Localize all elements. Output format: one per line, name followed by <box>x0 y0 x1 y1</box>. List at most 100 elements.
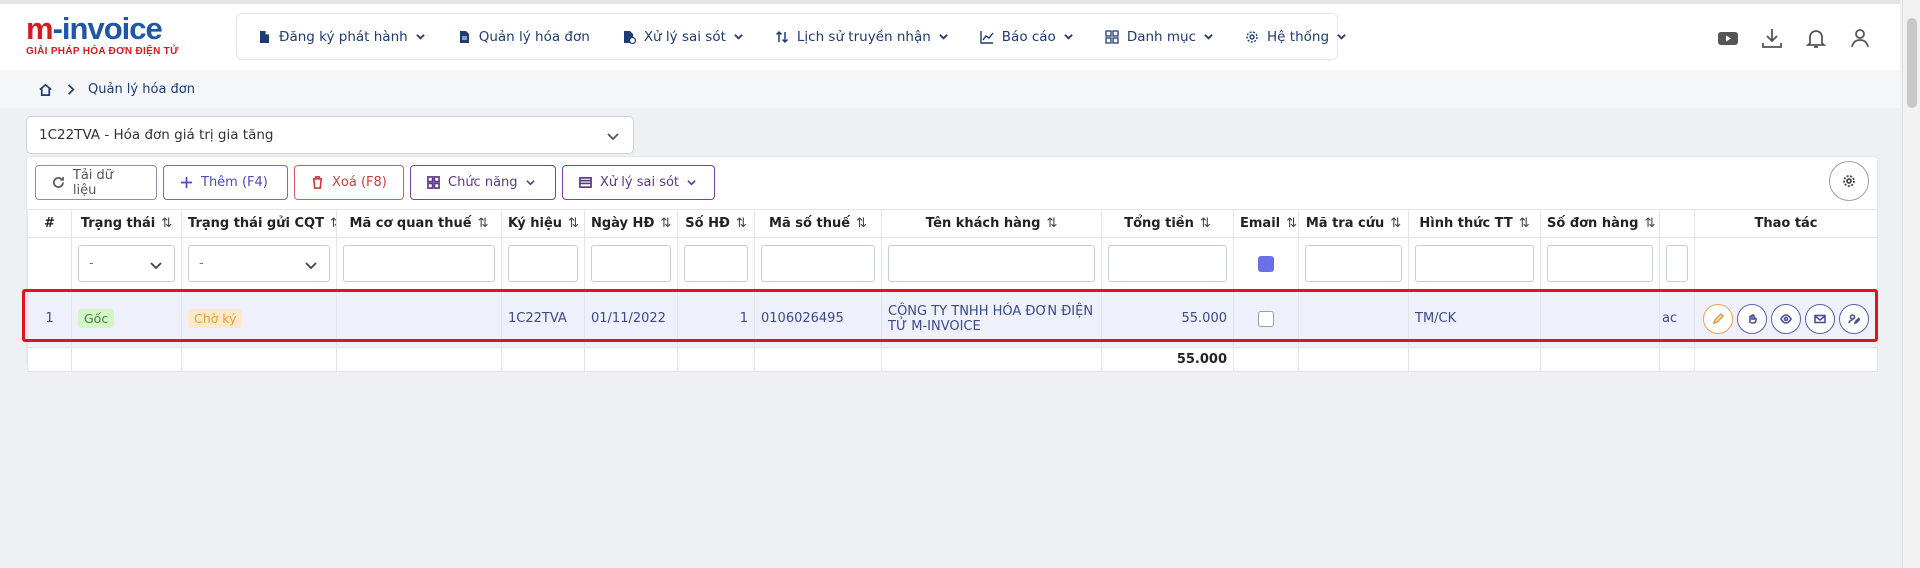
sort-icon[interactable]: ⇅ <box>1519 216 1530 231</box>
payment-filter-input[interactable] <box>1415 245 1534 282</box>
chevron-down-icon <box>1204 34 1213 40</box>
col-cqt-status[interactable]: Trạng thái gửi CQT ⇅ <box>181 209 337 238</box>
add-button[interactable]: Thêm (F4) <box>163 165 288 200</box>
nav-label: Lịch sử truyền nhận <box>796 28 931 45</box>
top-right-icons <box>1716 26 1872 50</box>
sort-icon[interactable]: ⇅ <box>330 216 336 231</box>
customer-filter-input[interactable] <box>888 245 1095 282</box>
nav-danh-muc[interactable]: Danh mục <box>1105 14 1229 59</box>
nav-lich-su-truyen-nhan[interactable]: Lịch sử truyền nhận <box>775 14 964 59</box>
filter-cell <box>1694 237 1878 290</box>
col-status-label: Trạng thái <box>80 216 156 231</box>
nav-bao-cao[interactable]: Báo cáo <box>980 14 1089 59</box>
status-filter-select[interactable]: - <box>78 245 175 282</box>
reload-button[interactable]: Tải dữ liệu <box>35 165 157 200</box>
breadcrumb-current[interactable]: Quản lý hóa đơn <box>88 82 195 97</box>
sort-icon[interactable]: ⇅ <box>1046 216 1057 231</box>
status-badge: Gốc <box>78 308 115 328</box>
row-date: 01/11/2022 <box>584 289 678 348</box>
eye-icon <box>1780 313 1792 324</box>
top-bar: m-invoice GIẢI PHÁP HÓA ĐƠN ĐIỆN TỬ Đăng… <box>0 0 1900 70</box>
lookup-filter-input[interactable] <box>1305 245 1402 282</box>
footer-cell <box>501 347 585 372</box>
col-payment[interactable]: Hình thức TT ⇅ <box>1408 209 1541 238</box>
home-icon[interactable] <box>38 82 53 97</box>
error-handling-button[interactable]: Xử lý sai sót <box>562 165 715 200</box>
plus-icon <box>180 176 193 189</box>
table-row[interactable]: 1 Gốc Chờ ký 1C22TVA 01/11/2022 1 010602… <box>27 289 1878 348</box>
date-filter-input[interactable] <box>591 245 671 282</box>
symbol-filter-input[interactable] <box>508 245 578 282</box>
col-customer[interactable]: Tên khách hàng ⇅ <box>881 209 1102 238</box>
col-email[interactable]: Email ⇅ <box>1233 209 1299 238</box>
email-filter-checkbox[interactable] <box>1258 255 1274 272</box>
download-icon[interactable] <box>1760 26 1784 50</box>
bell-icon[interactable] <box>1804 26 1828 50</box>
sort-icon[interactable]: ⇅ <box>1200 216 1211 231</box>
col-number[interactable]: Số HĐ ⇅ <box>677 209 755 238</box>
functions-button[interactable]: Chức năng <box>410 165 556 200</box>
sort-icon[interactable]: ⇅ <box>478 216 489 231</box>
col-tax-code[interactable]: Mã số thuế ⇅ <box>754 209 882 238</box>
sort-icon[interactable]: ⇅ <box>856 216 867 231</box>
table-settings-button[interactable] <box>1829 161 1869 201</box>
youtube-icon[interactable] <box>1716 26 1740 50</box>
col-tax-agency[interactable]: Mã cơ quan thuế ⇅ <box>336 209 502 238</box>
row-customer: CÔNG TY TNHH HÓA ĐƠN ĐIỆN TỬ M-INVOICE <box>881 289 1102 348</box>
col-index-label: # <box>44 216 55 231</box>
view-button[interactable] <box>1771 303 1801 334</box>
col-lookup[interactable]: Mã tra cứu ⇅ <box>1298 209 1409 238</box>
vertical-scrollbar[interactable] <box>1902 0 1920 568</box>
delete-button[interactable]: Xoá (F8) <box>294 165 404 200</box>
scrollbar-thumb[interactable] <box>1907 18 1917 108</box>
chevron-down-icon <box>939 34 948 40</box>
row-status: Gốc <box>71 289 182 348</box>
filter-cell <box>1540 237 1660 290</box>
m-invoice-logo[interactable]: m-invoice GIẢI PHÁP HÓA ĐƠN ĐIỆN TỬ <box>26 13 206 62</box>
nav-quan-ly-hoa-don[interactable]: Quản lý hóa đơn <box>457 14 606 59</box>
sort-icon[interactable]: ⇅ <box>660 216 671 231</box>
col-date[interactable]: Ngày HĐ ⇅ <box>584 209 678 238</box>
col-extra <box>1659 209 1695 238</box>
sort-icon[interactable]: ⇅ <box>1390 216 1401 231</box>
order-no-filter-input[interactable] <box>1547 245 1653 282</box>
email-checkbox[interactable] <box>1258 310 1274 327</box>
cqt-status-filter-select[interactable]: - <box>188 245 330 282</box>
total-filter-input[interactable] <box>1108 245 1227 282</box>
send-email-button[interactable] <box>1805 303 1835 334</box>
breadcrumb: Quản lý hóa đơn <box>0 70 1900 108</box>
row-symbol: 1C22TVA <box>501 289 585 348</box>
sort-icon[interactable]: ⇅ <box>161 216 172 231</box>
filter-cell <box>881 237 1102 290</box>
cqt-status-filter-value: - <box>199 256 204 271</box>
nav-xu-ly-sai-sot[interactable]: Xử lý sai sót <box>622 14 759 59</box>
functions-label: Chức năng <box>448 175 518 190</box>
sort-icon[interactable]: ⇅ <box>736 216 747 231</box>
assign-user-button[interactable] <box>1839 303 1869 334</box>
col-actions-label: Thao tác <box>1754 216 1818 231</box>
col-symbol[interactable]: Ký hiệu ⇅ <box>501 209 585 238</box>
col-order-no[interactable]: Số đơn hàng ⇅ <box>1540 209 1660 238</box>
gear-icon <box>1246 30 1258 43</box>
sign-button[interactable] <box>1737 303 1767 334</box>
table-header-row: # Trạng thái ⇅ Trạng thái gửi CQT ⇅ Mã cơ … <box>27 209 1878 238</box>
extra-filter-input[interactable] <box>1666 245 1688 282</box>
sort-icon[interactable]: ⇅ <box>1644 216 1655 231</box>
nav-label: Đăng ký phát hành <box>279 28 408 45</box>
nav-label: Danh mục <box>1126 28 1197 45</box>
col-status[interactable]: Trạng thái ⇅ <box>71 209 182 238</box>
sort-icon[interactable]: ⇅ <box>1286 216 1297 231</box>
user-icon[interactable] <box>1848 26 1872 50</box>
hand-icon <box>1749 313 1757 324</box>
row-tax-code: 0106026495 <box>754 289 882 348</box>
invoice-series-select[interactable]: 1C22TVA - Hóa đơn giá trị gia tăng <box>26 116 634 154</box>
col-total[interactable]: Tổng tiền ⇅ <box>1101 209 1234 238</box>
tax-agency-filter-input[interactable] <box>343 245 495 282</box>
nav-he-thong[interactable]: Hệ thống <box>1245 14 1362 59</box>
col-date-label: Ngày HĐ <box>591 216 655 231</box>
number-filter-input[interactable] <box>684 245 748 282</box>
edit-button[interactable] <box>1703 303 1733 334</box>
nav-dang-ky-phat-hanh[interactable]: Đăng ký phát hành <box>257 14 441 59</box>
sort-icon[interactable]: ⇅ <box>568 216 579 231</box>
tax-code-filter-input[interactable] <box>761 245 875 282</box>
